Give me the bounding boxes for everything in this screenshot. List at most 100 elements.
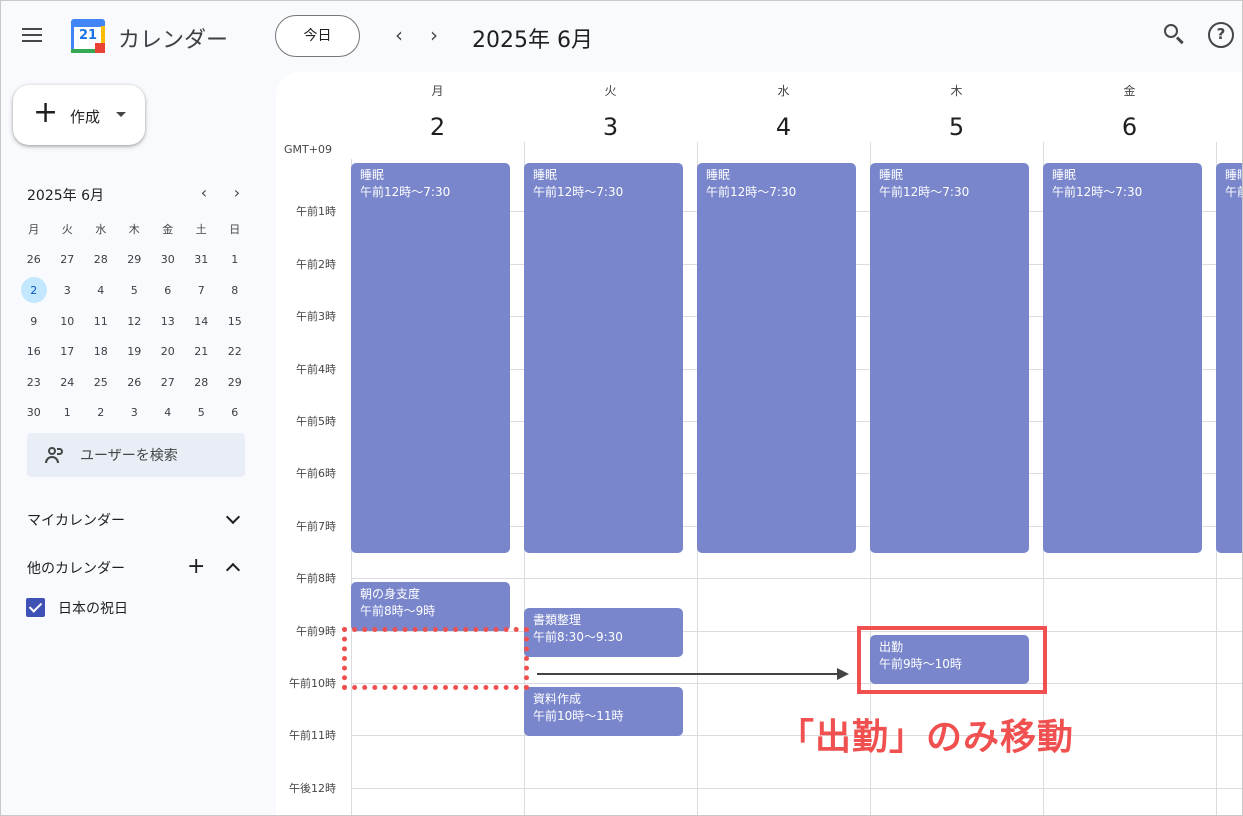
event-title: 朝の身支度 (360, 587, 421, 601)
event-time: 午前 (1225, 185, 1243, 199)
mini-day[interactable]: 5 (185, 398, 219, 429)
calendar-event[interactable]: 書類整理 午前8:30〜9:30 (524, 608, 683, 657)
mini-day[interactable]: 4 (151, 398, 185, 429)
mini-day[interactable]: 2 (84, 398, 118, 429)
mini-weekday: 金 (162, 223, 174, 237)
mini-day[interactable]: 28 (84, 245, 118, 276)
day-header[interactable]: 金6 (1043, 72, 1216, 152)
day-number[interactable]: 6 (1043, 113, 1216, 141)
mini-day[interactable]: 27 (151, 367, 185, 398)
day-header[interactable]: 木5 (870, 72, 1043, 152)
mini-day[interactable]: 3 (118, 398, 152, 429)
mini-day[interactable]: 22 (218, 336, 252, 367)
day-header[interactable]: 火3 (524, 72, 697, 152)
calendar-event[interactable]: 睡眠 午前12時〜7:30 (524, 163, 683, 553)
mini-day[interactable]: 19 (118, 336, 152, 367)
mini-next-month-button[interactable]: › (228, 183, 246, 202)
search-icon[interactable] (1162, 22, 1188, 48)
mini-day[interactable]: 30 (151, 245, 185, 276)
day-header[interactable]: 水4 (697, 72, 870, 152)
search-users-button[interactable]: ユーザーを検索 (27, 433, 245, 477)
add-calendar-icon[interactable]: + (187, 556, 205, 578)
mini-day[interactable]: 21 (185, 336, 219, 367)
current-period-title: 2025年 6月 (472, 28, 593, 53)
calendar-event[interactable]: 資料作成午前10時〜11時 (524, 687, 683, 736)
mini-day[interactable]: 1 (51, 398, 85, 429)
mini-day[interactable]: 31 (185, 245, 219, 276)
next-week-button[interactable]: › (424, 24, 444, 46)
mini-day[interactable]: 28 (185, 367, 219, 398)
mini-day[interactable]: 26 (17, 245, 51, 276)
chevron-up-icon[interactable] (225, 562, 241, 578)
event-title: 睡眠 (1225, 168, 1243, 182)
mini-prev-month-button[interactable]: ‹ (195, 183, 213, 202)
mini-day[interactable]: 16 (17, 336, 51, 367)
event-time: 午前10時〜11時 (533, 709, 624, 723)
mini-day[interactable]: 20 (151, 336, 185, 367)
event-time: 午前8時〜9時 (360, 604, 436, 618)
hour-label: 午後12時 (289, 782, 336, 795)
day-header[interactable]: 月2 (351, 72, 524, 152)
mini-calendar-grid: 月火水木金土日 26 27 28 29 30 31 1 2 3 4 5 6 7 8 9 10 11 12 13 14 15… (17, 214, 251, 428)
day-number[interactable]: 5 (870, 113, 1043, 141)
mini-day[interactable]: 9 (17, 306, 51, 337)
mini-day[interactable]: 4 (84, 275, 118, 306)
event-title: 睡眠 (879, 168, 904, 182)
hour-label: 午前4時 (296, 363, 336, 376)
create-button[interactable]: + 作成 (13, 85, 145, 145)
mini-day[interactable]: 1 (218, 245, 252, 276)
mini-day[interactable]: 27 (51, 245, 85, 276)
calendar-logo-icon: 21 (71, 19, 105, 53)
mini-weekday: 木 (128, 223, 140, 237)
event-title: 資料作成 (533, 692, 582, 706)
mini-day[interactable]: 24 (51, 367, 85, 398)
day-of-week-label: 水 (777, 84, 790, 98)
mini-day[interactable]: 8 (218, 275, 252, 306)
mini-day[interactable]: 12 (118, 306, 152, 337)
hour-label: 午前5時 (296, 415, 336, 428)
search-users-label: ユーザーを検索 (80, 448, 178, 464)
mini-day[interactable]: 7 (185, 275, 219, 306)
calendar-event[interactable]: 睡眠 午前12時〜7:30 (351, 163, 510, 553)
chevron-down-icon[interactable] (225, 509, 241, 525)
day-number[interactable]: 3 (524, 113, 697, 141)
calendar-event[interactable]: 朝の身支度午前8時〜9時 (351, 582, 510, 631)
calendar-event[interactable]: 睡眠 午前12時〜7:30 (697, 163, 856, 553)
mini-day[interactable]: 14 (185, 306, 219, 337)
mini-day[interactable]: 26 (118, 367, 152, 398)
annotation-callout: 「出勤」のみ移動 (778, 717, 1075, 758)
day-number[interactable]: 4 (697, 113, 870, 141)
mini-day[interactable]: 6 (151, 275, 185, 306)
calendar-event[interactable]: 睡眠午前 (1216, 163, 1243, 553)
mini-day[interactable]: 17 (51, 336, 85, 367)
mini-day[interactable]: 18 (84, 336, 118, 367)
mini-day[interactable]: 3 (51, 275, 85, 306)
mini-day[interactable]: 11 (84, 306, 118, 337)
calendar-event[interactable]: 睡眠 午前12時〜7:30 (870, 163, 1029, 553)
mini-day[interactable]: 23 (17, 367, 51, 398)
holiday-calendar-checkbox[interactable] (26, 598, 45, 617)
my-calendars-header[interactable]: マイカレンダー (27, 510, 125, 530)
other-calendars-header[interactable]: 他のカレンダー (27, 558, 125, 578)
day-number[interactable]: 2 (351, 113, 524, 141)
help-icon[interactable]: ? (1208, 22, 1234, 48)
mini-day[interactable]: 6 (218, 398, 252, 429)
mini-day[interactable]: 29 (118, 245, 152, 276)
main-menu-icon[interactable] (22, 24, 48, 48)
calendar-event[interactable]: 睡眠 午前12時〜7:30 (1043, 163, 1202, 553)
hour-label: 午前11時 (289, 729, 336, 742)
mini-day-selected[interactable]: 2 (17, 275, 51, 306)
arrow-head (837, 668, 849, 680)
today-button[interactable]: 今日 (275, 15, 360, 57)
prev-week-button[interactable]: ‹ (389, 24, 409, 46)
plus-icon: + (33, 95, 59, 130)
hour-label: 午前1時 (296, 205, 336, 218)
mini-day[interactable]: 15 (218, 306, 252, 337)
day-of-week-label: 木 (950, 84, 963, 98)
mini-day[interactable]: 30 (17, 398, 51, 429)
mini-day[interactable]: 13 (151, 306, 185, 337)
mini-day[interactable]: 5 (118, 275, 152, 306)
mini-day[interactable]: 10 (51, 306, 85, 337)
mini-day[interactable]: 29 (218, 367, 252, 398)
mini-day[interactable]: 25 (84, 367, 118, 398)
